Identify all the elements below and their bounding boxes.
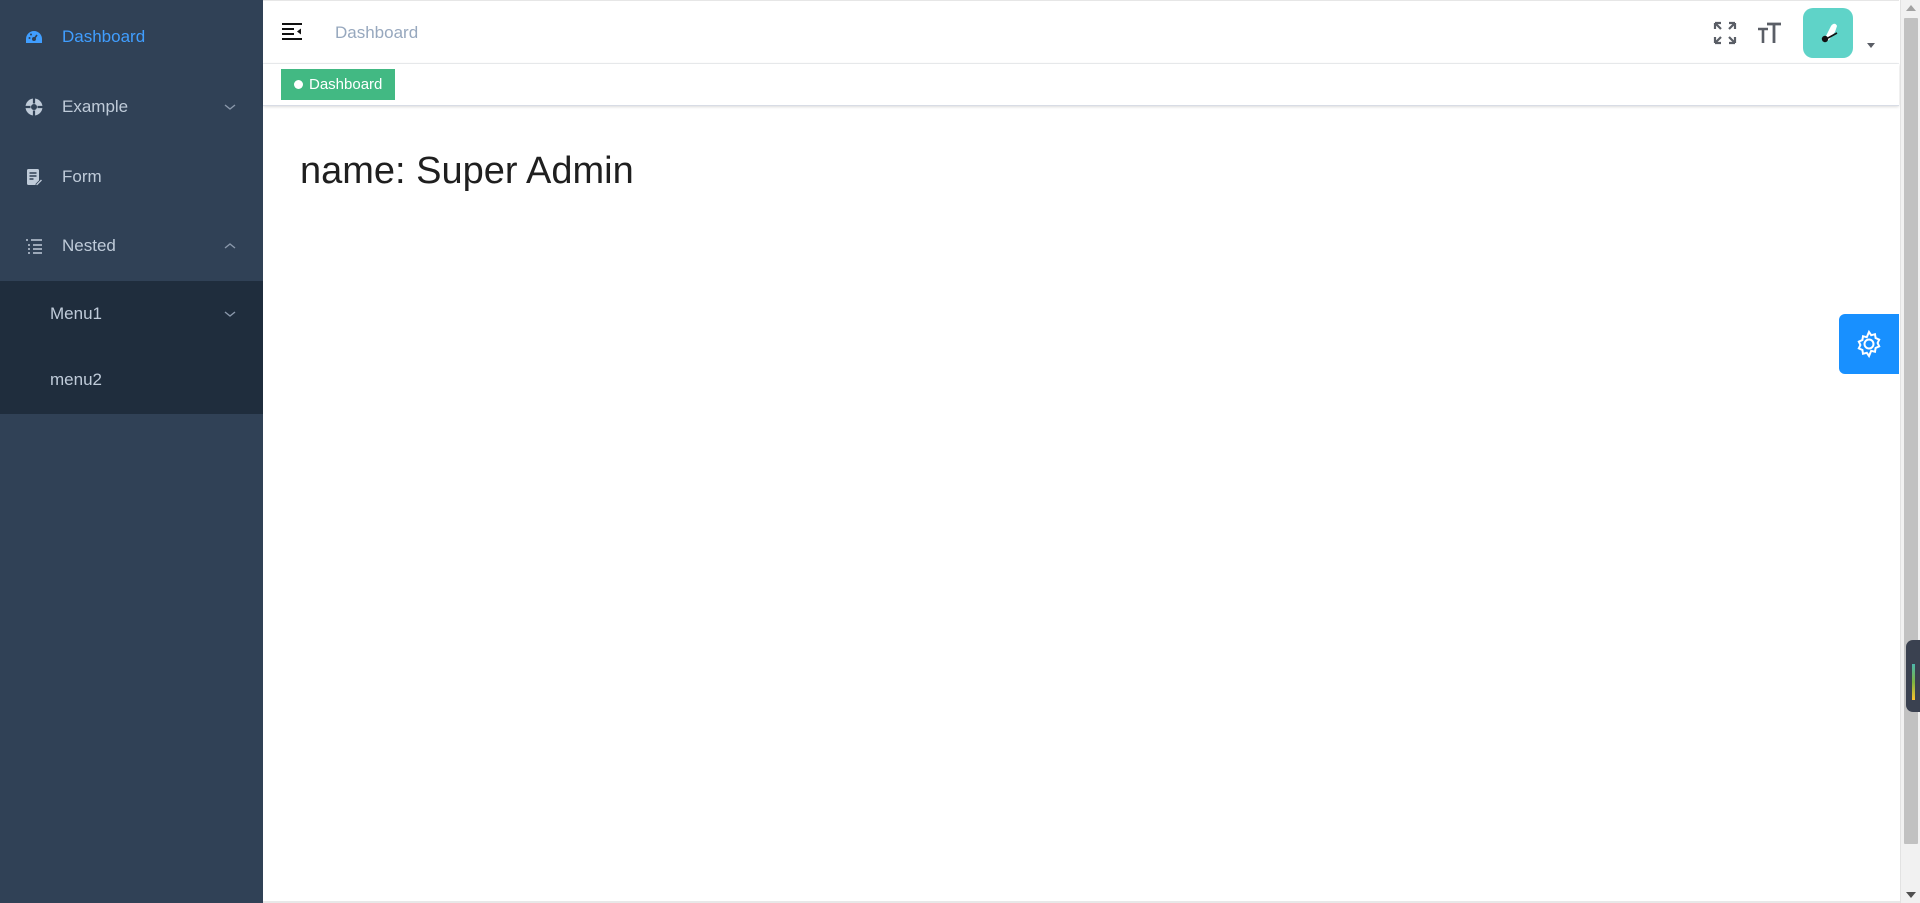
caret-down-icon[interactable]	[1866, 41, 1876, 49]
nested-submenu: Menu1 menu2	[0, 281, 263, 414]
example-icon	[24, 97, 44, 117]
fullscreen-icon[interactable]	[1713, 21, 1737, 45]
avatar[interactable]	[1803, 8, 1853, 58]
sidebar-item-label: Example	[62, 97, 129, 116]
breadcrumb: Dashboard	[335, 23, 419, 42]
form-icon	[24, 167, 44, 187]
submenu-item-label: menu2	[50, 370, 102, 389]
submenu-item-menu1[interactable]: Menu1	[0, 281, 263, 347]
chevron-up-icon	[224, 243, 236, 249]
chevron-down-icon	[224, 311, 236, 317]
scroll-down-arrow-icon[interactable]	[1906, 892, 1916, 898]
tag-dashboard[interactable]: Dashboard	[281, 69, 396, 100]
active-dot-icon	[294, 80, 303, 89]
sidebar: Dashboard Example Form Nested Menu1 menu…	[0, 0, 263, 903]
submenu-item-menu2[interactable]: menu2	[0, 347, 263, 413]
sidebar-item-label: Form	[62, 167, 102, 186]
vertical-scrollbar[interactable]	[1900, 0, 1920, 903]
scrollbar-thumb[interactable]	[1904, 18, 1918, 844]
scroll-up-arrow-icon[interactable]	[1906, 5, 1916, 11]
settings-button[interactable]	[1839, 314, 1899, 374]
gear-icon	[1857, 329, 1881, 359]
sidebar-item-form[interactable]: Form	[0, 142, 263, 212]
tags-view: Dashboard	[263, 64, 1899, 106]
hamburger-icon[interactable]	[281, 21, 303, 43]
sidebar-item-dashboard[interactable]: Dashboard	[0, 2, 263, 72]
sidebar-item-nested[interactable]: Nested	[0, 211, 263, 281]
nested-icon	[24, 236, 44, 256]
font-size-icon[interactable]	[1756, 21, 1782, 45]
dashboard-icon	[24, 27, 44, 47]
sidebar-item-label: Nested	[62, 236, 116, 255]
tag-label: Dashboard	[309, 76, 383, 93]
side-widget-handle[interactable]	[1906, 640, 1920, 712]
sidebar-item-example[interactable]: Example	[0, 72, 263, 142]
sidebar-item-label: Dashboard	[62, 27, 146, 46]
chevron-down-icon	[224, 104, 236, 110]
page-title: name: Super Admin	[300, 150, 634, 192]
submenu-item-label: Menu1	[50, 304, 102, 323]
navbar: Dashboard	[263, 0, 1899, 64]
